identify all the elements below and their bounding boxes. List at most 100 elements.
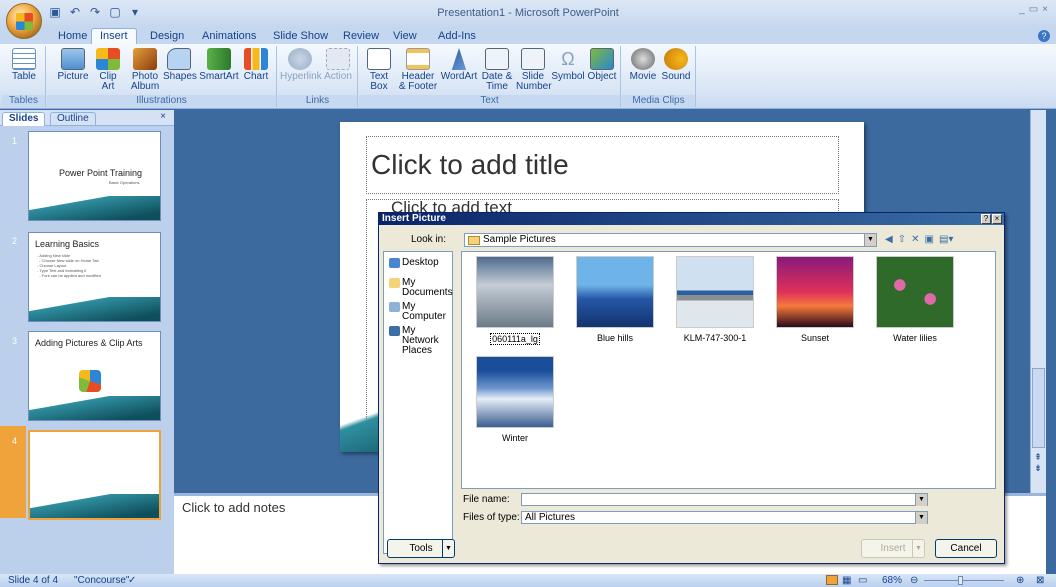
thumb-title: Power Point Training — [59, 168, 143, 178]
clipart-image — [79, 370, 101, 392]
files-of-type-select[interactable]: All Pictures ▼ — [521, 511, 928, 524]
zoom-in-icon[interactable]: ⊕ — [1016, 575, 1024, 586]
tab-design[interactable]: Design — [150, 30, 184, 42]
file-item[interactable]: Blue hills — [576, 256, 654, 343]
vertical-scrollbar[interactable] — [1030, 110, 1046, 493]
tab-home[interactable]: Home — [58, 30, 87, 42]
clip-art-button[interactable]: Clip Art — [93, 48, 123, 92]
help-icon[interactable]: ? — [1038, 30, 1050, 42]
date-time-button[interactable]: Date & Time — [479, 48, 515, 92]
place-my-computer[interactable]: My Computer — [389, 302, 449, 322]
tab-insert[interactable]: Insert — [91, 28, 137, 45]
picture-icon — [61, 48, 85, 70]
place-my-documents[interactable]: My Documents — [389, 278, 453, 298]
close-button[interactable]: × — [1042, 4, 1048, 15]
insert-button[interactable]: Insert ▼ — [861, 539, 925, 558]
delete-icon[interactable]: ✕ — [911, 234, 919, 245]
slide-decoration — [29, 297, 160, 321]
spell-check-icon[interactable]: ✓ — [128, 575, 136, 586]
wordart-button[interactable]: WordArt — [439, 48, 479, 82]
cancel-button[interactable]: Cancel — [935, 539, 997, 558]
tab-outline[interactable]: Outline — [50, 112, 96, 126]
tab-review[interactable]: Review — [343, 30, 379, 42]
tools-button[interactable]: Tools ▼ — [387, 539, 455, 558]
date-time-icon — [485, 48, 509, 70]
zoom-level[interactable]: 68% — [882, 575, 902, 586]
window-title: Presentation1 - Microsoft PowerPoint — [437, 7, 619, 19]
office-button[interactable] — [6, 3, 42, 39]
table-button[interactable]: Table — [6, 48, 42, 82]
movie-icon — [631, 48, 655, 70]
dialog-help-button[interactable]: ? — [981, 214, 991, 224]
tab-slides[interactable]: Slides — [2, 112, 46, 126]
group-illustrations: Picture Clip Art Photo Album Shapes Smar… — [47, 46, 277, 107]
header-footer-icon — [406, 48, 430, 70]
dialog-close-button[interactable]: × — [992, 214, 1002, 224]
slide-thumbnail-3[interactable]: Adding Pictures & Clip Arts — [28, 331, 161, 421]
sound-button[interactable]: Sound — [660, 48, 692, 82]
object-button[interactable]: Object — [585, 48, 619, 82]
minimize-button[interactable]: _ — [1019, 4, 1025, 15]
hyperlink-button[interactable]: Hyperlink — [280, 48, 322, 82]
tab-view[interactable]: View — [393, 30, 417, 42]
place-desktop[interactable]: Desktop — [389, 258, 439, 268]
smartart-button[interactable]: SmartArt — [197, 48, 241, 82]
chevron-down-icon: ▼ — [915, 512, 927, 524]
slide-thumbnail-1[interactable]: Power Point Training Basic Operations — [28, 131, 161, 221]
picture-button[interactable]: Picture — [55, 48, 91, 82]
thumbnail-blue-hills — [576, 256, 654, 328]
look-in-select[interactable]: Sample Pictures ▼ — [464, 233, 877, 247]
views-icon[interactable]: ▤▾ — [939, 234, 953, 245]
pane-tabs: Slides Outline × — [0, 110, 174, 126]
scrollbar-thumb[interactable] — [1032, 368, 1045, 448]
zoom-out-icon[interactable]: ⊖ — [910, 575, 918, 586]
dialog-title: Insert Picture — [379, 213, 1004, 225]
header-footer-button[interactable]: Header & Footer — [397, 48, 439, 92]
tab-add-ins[interactable]: Add-Ins — [438, 30, 476, 42]
close-icon[interactable]: × — [160, 111, 166, 122]
chevron-down-icon: ▼ — [912, 540, 924, 557]
text-box-icon — [367, 48, 391, 70]
slide-show-icon[interactable]: ▭ — [858, 575, 867, 586]
file-item[interactable]: Sunset — [776, 256, 854, 343]
smartart-icon — [207, 48, 231, 70]
photo-album-button[interactable]: Photo Album — [127, 48, 163, 92]
zoom-slider-thumb[interactable] — [958, 576, 963, 585]
tab-animations[interactable]: Animations — [202, 30, 256, 42]
file-name-input[interactable]: ▼ — [521, 493, 928, 506]
symbol-button[interactable]: Ω Symbol — [551, 48, 585, 82]
back-icon[interactable]: ◀ — [885, 234, 893, 245]
tab-slide-show[interactable]: Slide Show — [273, 30, 328, 42]
clip-art-icon — [96, 48, 120, 70]
file-item[interactable]: Water lilies — [876, 256, 954, 343]
normal-view-icon[interactable] — [826, 575, 838, 585]
file-item[interactable]: KLM-747-300-1 — [676, 256, 754, 343]
thumb-subtitle: Basic Operations — [109, 180, 140, 185]
slide-thumbnail-4[interactable] — [28, 430, 161, 520]
zoom-slider[interactable] — [924, 580, 1004, 581]
new-folder-icon[interactable]: ▣ — [924, 234, 933, 245]
action-button[interactable]: Action — [322, 48, 354, 82]
chart-button[interactable]: Chart — [241, 48, 271, 82]
place-my-network[interactable]: My Network Places — [389, 326, 453, 356]
prev-next-slide-buttons[interactable]: ⇞ ⇟ — [1031, 452, 1045, 482]
group-label-illustrations: Illustrations — [47, 95, 276, 107]
maximize-button[interactable]: ▭ — [1029, 4, 1038, 15]
movie-button[interactable]: Movie — [626, 48, 660, 82]
up-folder-icon[interactable]: ⇧ — [898, 234, 906, 245]
slide-decoration — [30, 494, 159, 518]
file-item[interactable]: 060111a_lg — [476, 256, 554, 345]
files-of-type-label: Files of type: — [463, 512, 520, 523]
ribbon-tabs: Home Insert Design Animations Slide Show… — [0, 28, 1056, 45]
slide-thumbnail-2[interactable]: Learning Basics - Adding New slide - Cho… — [28, 232, 161, 322]
fit-to-window-icon[interactable]: ⊠ — [1036, 575, 1044, 586]
file-item[interactable]: Winter — [476, 356, 554, 443]
my-computer-icon — [389, 302, 400, 312]
title-placeholder[interactable]: Click to add title — [366, 136, 839, 194]
chart-icon — [244, 48, 268, 70]
text-box-button[interactable]: Text Box — [365, 48, 393, 92]
slide-number-button[interactable]: Slide Number — [515, 48, 552, 92]
desktop-icon — [389, 258, 400, 268]
shapes-button[interactable]: Shapes — [163, 48, 197, 82]
slide-sorter-icon[interactable]: ▦ — [842, 575, 851, 586]
